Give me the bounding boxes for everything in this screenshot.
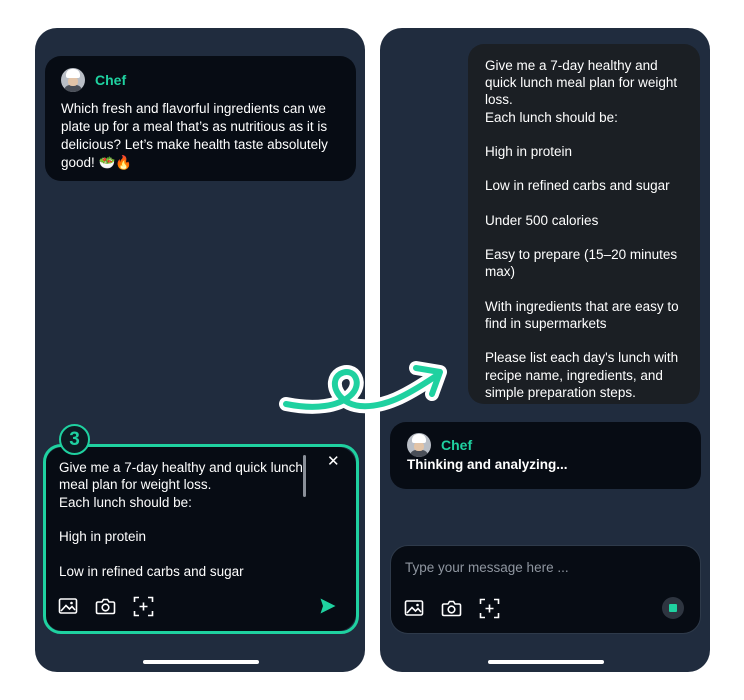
bot-message-text: Which fresh and flavorful ingredients ca… — [61, 101, 328, 170]
user-message-line: Easy to prepare (15–20 minutes — [485, 247, 678, 263]
user-message-line: Give me a 7-day healthy and — [485, 58, 658, 73]
message-line-gap — [485, 281, 686, 298]
message-line-gap — [485, 195, 686, 212]
chef-avatar — [407, 433, 431, 457]
home-indicator — [488, 660, 604, 664]
user-message-line: simple preparation steps. — [485, 384, 636, 400]
composer-highlight — [43, 444, 359, 634]
bot-header: Chef — [407, 433, 685, 457]
user-message-line: max) — [485, 264, 515, 280]
bot-message-bubble: Chef Which fresh and flavorful ingredien… — [45, 56, 356, 181]
user-message-line: quick lunch meal plan for weight — [485, 75, 678, 91]
stop-icon[interactable] — [662, 597, 684, 619]
message-line-gap — [485, 229, 686, 246]
bot-thinking-bubble: Chef Thinking and analyzing... — [390, 422, 701, 489]
right-phone-screen: Give me a 7-day healthy and quick lunch m… — [380, 28, 710, 672]
message-composer[interactable]: Type your message here ... — [390, 545, 701, 634]
image-icon[interactable] — [404, 598, 424, 618]
user-message-line: With ingredients that are easy to — [485, 298, 679, 314]
step-badge: 3 — [59, 424, 90, 455]
chef-avatar — [61, 68, 85, 92]
user-message-line: find in supermarkets — [485, 315, 607, 331]
message-line-gap — [485, 160, 686, 177]
user-message-line: recipe name, ingredients, and — [485, 367, 663, 383]
user-message-line: Please list each day's lunch with — [485, 350, 679, 366]
user-message-line: loss. — [485, 92, 513, 108]
home-indicator — [143, 660, 259, 664]
bot-name: Chef — [95, 72, 127, 88]
add-frame-icon[interactable] — [479, 598, 500, 619]
user-message-line: Each lunch should be: — [485, 109, 618, 125]
message-line-gap — [485, 126, 686, 143]
message-input[interactable]: Type your message here ... — [405, 560, 569, 575]
user-message-line: High in protein — [485, 144, 573, 159]
user-message-bubble: Give me a 7-day healthy and quick lunch m… — [468, 44, 700, 404]
camera-icon[interactable] — [441, 598, 462, 618]
bot-name: Chef — [441, 437, 473, 453]
bot-header: Chef — [61, 68, 340, 92]
user-message-line: Under 500 calories — [485, 212, 599, 228]
message-line-gap — [485, 332, 686, 349]
thinking-status: Thinking and analyzing... — [407, 457, 568, 472]
user-message-line: Low in refined carbs and sugar — [485, 178, 670, 194]
curly-arrow-icon — [279, 361, 447, 414]
